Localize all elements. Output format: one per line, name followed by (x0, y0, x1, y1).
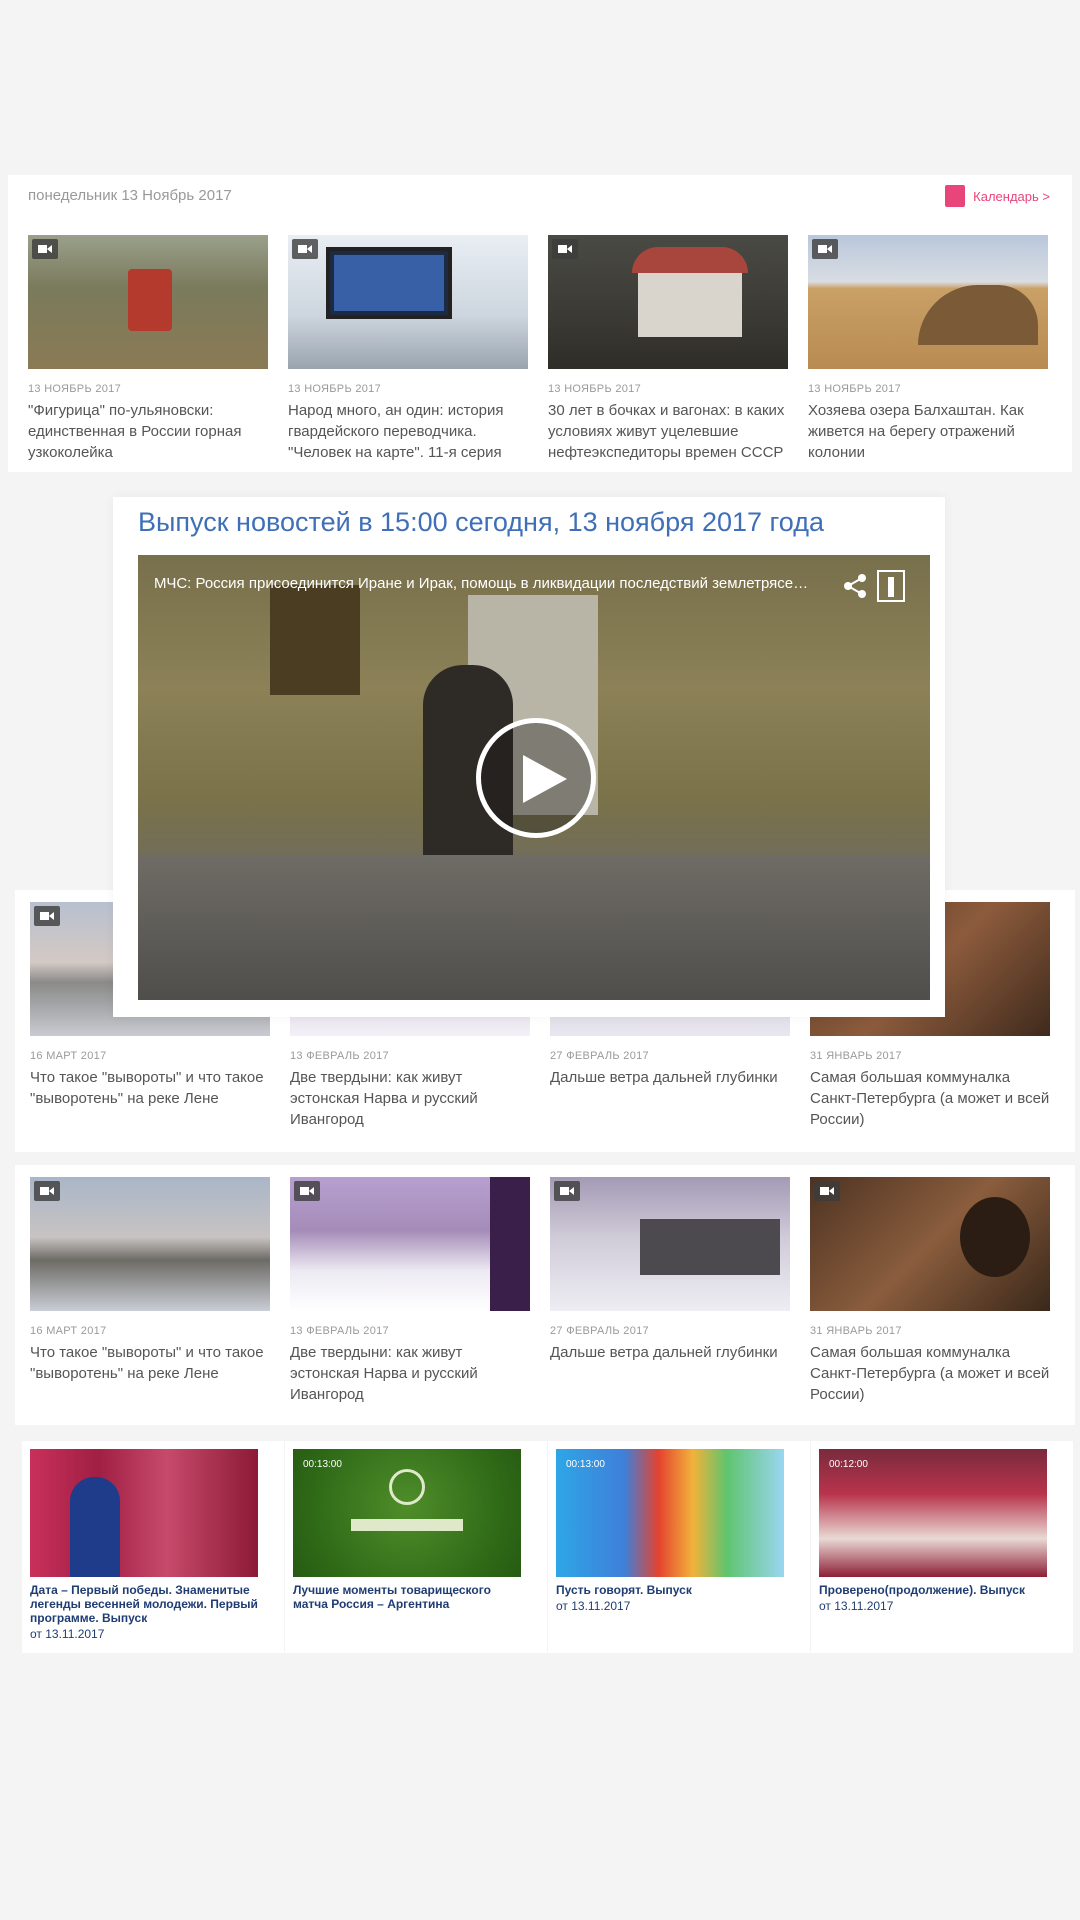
tile-date: от 13.11.2017 (819, 1599, 894, 1613)
calendar-link-label: Календарь > (973, 188, 1050, 204)
calendar-icon (945, 185, 966, 207)
card-date: 16 МАРТ 2017 (30, 1325, 107, 1337)
calendar-link[interactable]: Календарь > (945, 185, 1050, 207)
tile-thumbnail[interactable]: 00:12:00 (819, 1449, 1047, 1577)
card-date: 13 НОЯБРЬ 2017 (288, 383, 381, 395)
news-card[interactable]: 13 НОЯБРЬ 2017 Народ много, ан один: ист… (288, 235, 528, 463)
news-card[interactable]: 13 НОЯБРЬ 2017 30 лет в бочках и вагонах… (548, 235, 788, 463)
share-icon[interactable] (840, 571, 870, 601)
tile-thumbnail[interactable]: 00:13:00 (556, 1449, 784, 1577)
video-icon (34, 906, 60, 926)
card-date: 27 ФЕВРАЛЬ 2017 (550, 1050, 649, 1062)
video-icon (812, 239, 838, 259)
card-thumbnail[interactable] (30, 1177, 270, 1311)
play-icon (523, 755, 567, 803)
play-button[interactable] (476, 718, 596, 838)
video-icon (292, 239, 318, 259)
card-title[interactable]: "Фигурица" по-ульяновски: единственная в… (28, 400, 268, 463)
video-icon (34, 1181, 60, 1201)
card-date: 31 ЯНВАРЬ 2017 (810, 1325, 902, 1337)
video-icon (554, 1181, 580, 1201)
card-thumbnail[interactable] (288, 235, 528, 369)
card-title[interactable]: Что такое "вывороты" и что такое "выворо… (30, 1342, 270, 1384)
card-title[interactable]: Самая большая коммуналка Санкт-Петербург… (810, 1342, 1050, 1405)
card-title[interactable]: Дальше ветра дальней глубинки (550, 1067, 790, 1088)
news-card[interactable]: 13 ФЕВРАЛЬ 2017 Две твердыни: как живут … (290, 1177, 530, 1405)
tile-duration: 00:13:00 (303, 1459, 342, 1470)
tile-duration: 00:12:00 (829, 1459, 868, 1470)
river-image (30, 1177, 270, 1311)
video-tile[interactable]: Дата – Первый победы. Знаменитые легенды… (22, 1441, 284, 1653)
card-title[interactable]: Дальше ветра дальней глубинки (550, 1342, 790, 1363)
lower-news-block: 16 МАРТ 2017 Что такое "вывороты" и что … (15, 1165, 1075, 1425)
news-card[interactable]: 27 ФЕВРАЛЬ 2017 Дальше ветра дальней глу… (550, 1177, 790, 1363)
dark-figure (490, 1177, 530, 1311)
emblem-icon (389, 1469, 425, 1505)
featured-news-video: Выпуск новостей в 15:00 сегодня, 13 нояб… (113, 497, 945, 1017)
video-player[interactable]: МЧС: Россия присоединится Иране и Ирак, … (138, 555, 930, 1000)
video-tile[interactable]: 00:12:00 Проверено(продолжение). Выпуск … (811, 1441, 1073, 1653)
house-shape (638, 265, 742, 337)
news-card[interactable]: 16 МАРТ 2017 Что такое "вывороты" и что … (30, 1177, 270, 1384)
card-date: 13 НОЯБРЬ 2017 (28, 383, 121, 395)
top-news-block: понедельник 13 Ноябрь 2017 Календарь > 1… (8, 175, 1072, 472)
card-thumbnail[interactable] (548, 235, 788, 369)
tile-duration: 00:13:00 (566, 1459, 605, 1470)
rubble-floor (138, 855, 930, 1000)
card-title[interactable]: 30 лет в бочках и вагонах: в каких услов… (548, 400, 788, 463)
featured-title[interactable]: Выпуск новостей в 15:00 сегодня, 13 нояб… (138, 507, 824, 538)
video-icon (294, 1181, 320, 1201)
emblem-banner (351, 1519, 463, 1531)
card-title[interactable]: Хозяева озера Балхаштан. Как живется на … (808, 400, 1048, 463)
card-date: 31 ЯНВАРЬ 2017 (810, 1050, 902, 1062)
date-header: понедельник 13 Ноябрь 2017 (28, 187, 232, 204)
card-date: 13 НОЯБРЬ 2017 (808, 383, 901, 395)
video-icon (552, 239, 578, 259)
card-date: 13 ФЕВРАЛЬ 2017 (290, 1325, 389, 1337)
monitor-screen (334, 255, 444, 311)
video-tile[interactable]: 00:13:00 Пусть говорят. Выпуск от 13.11.… (548, 1441, 810, 1653)
card-title[interactable]: Две твердыни: как живут эстонская Нарва … (290, 1067, 530, 1130)
card-thumbnail[interactable] (290, 1177, 530, 1311)
tile-title[interactable]: Дата – Первый победы. Знаменитые легенды… (30, 1583, 260, 1625)
house-roof (632, 247, 748, 273)
video-icon (814, 1181, 840, 1201)
card-title[interactable]: Самая большая коммуналка Санкт-Петербург… (810, 1067, 1050, 1130)
woman-figure (70, 1477, 120, 1577)
card-thumbnail[interactable] (550, 1177, 790, 1311)
tile-date: от 13.11.2017 (556, 1599, 631, 1613)
tile-date: от 13.11.2017 (30, 1627, 105, 1641)
channel-logo-icon (874, 569, 908, 603)
tile-title[interactable]: Пусть говорят. Выпуск (556, 1583, 786, 1597)
news-card[interactable]: 13 НОЯБРЬ 2017 "Фигурица" по-ульяновски:… (28, 235, 268, 463)
video-icon (32, 239, 58, 259)
card-date: 13 НОЯБРЬ 2017 (548, 383, 641, 395)
tile-title[interactable]: Проверено(продолжение). Выпуск (819, 1583, 1049, 1597)
card-date: 13 ФЕВРАЛЬ 2017 (290, 1050, 389, 1062)
card-date: 16 МАРТ 2017 (30, 1050, 107, 1062)
card-title[interactable]: Народ много, ан один: история гвардейско… (288, 400, 528, 463)
wooden-shed (640, 1219, 780, 1275)
card-thumbnail[interactable] (810, 1177, 1050, 1311)
train-shape (128, 269, 172, 331)
card-date: 27 ФЕВРАЛЬ 2017 (550, 1325, 649, 1337)
card-thumbnail[interactable] (28, 235, 268, 369)
card-title[interactable]: Что такое "вывороты" и что такое "выворо… (30, 1067, 270, 1109)
wall-window (270, 585, 360, 695)
news-card[interactable]: 13 НОЯБРЬ 2017 Хозяева озера Балхаштан. … (808, 235, 1048, 463)
tile-thumbnail[interactable]: 00:13:00 (293, 1449, 521, 1577)
video-caption: МЧС: Россия присоединится Иране и Ирак, … (154, 575, 814, 592)
tile-thumbnail[interactable] (30, 1449, 258, 1577)
news-card[interactable]: 31 ЯНВАРЬ 2017 Самая большая коммуналка … (810, 1177, 1050, 1405)
face-shape (960, 1197, 1030, 1277)
card-thumbnail[interactable] (808, 235, 1048, 369)
tile-title[interactable]: Лучшие моменты товарищеского матча Росси… (293, 1583, 523, 1611)
card-title[interactable]: Две твердыни: как живут эстонская Нарва … (290, 1342, 530, 1405)
video-tile[interactable]: 00:13:00 Лучшие моменты товарищеского ма… (285, 1441, 547, 1653)
